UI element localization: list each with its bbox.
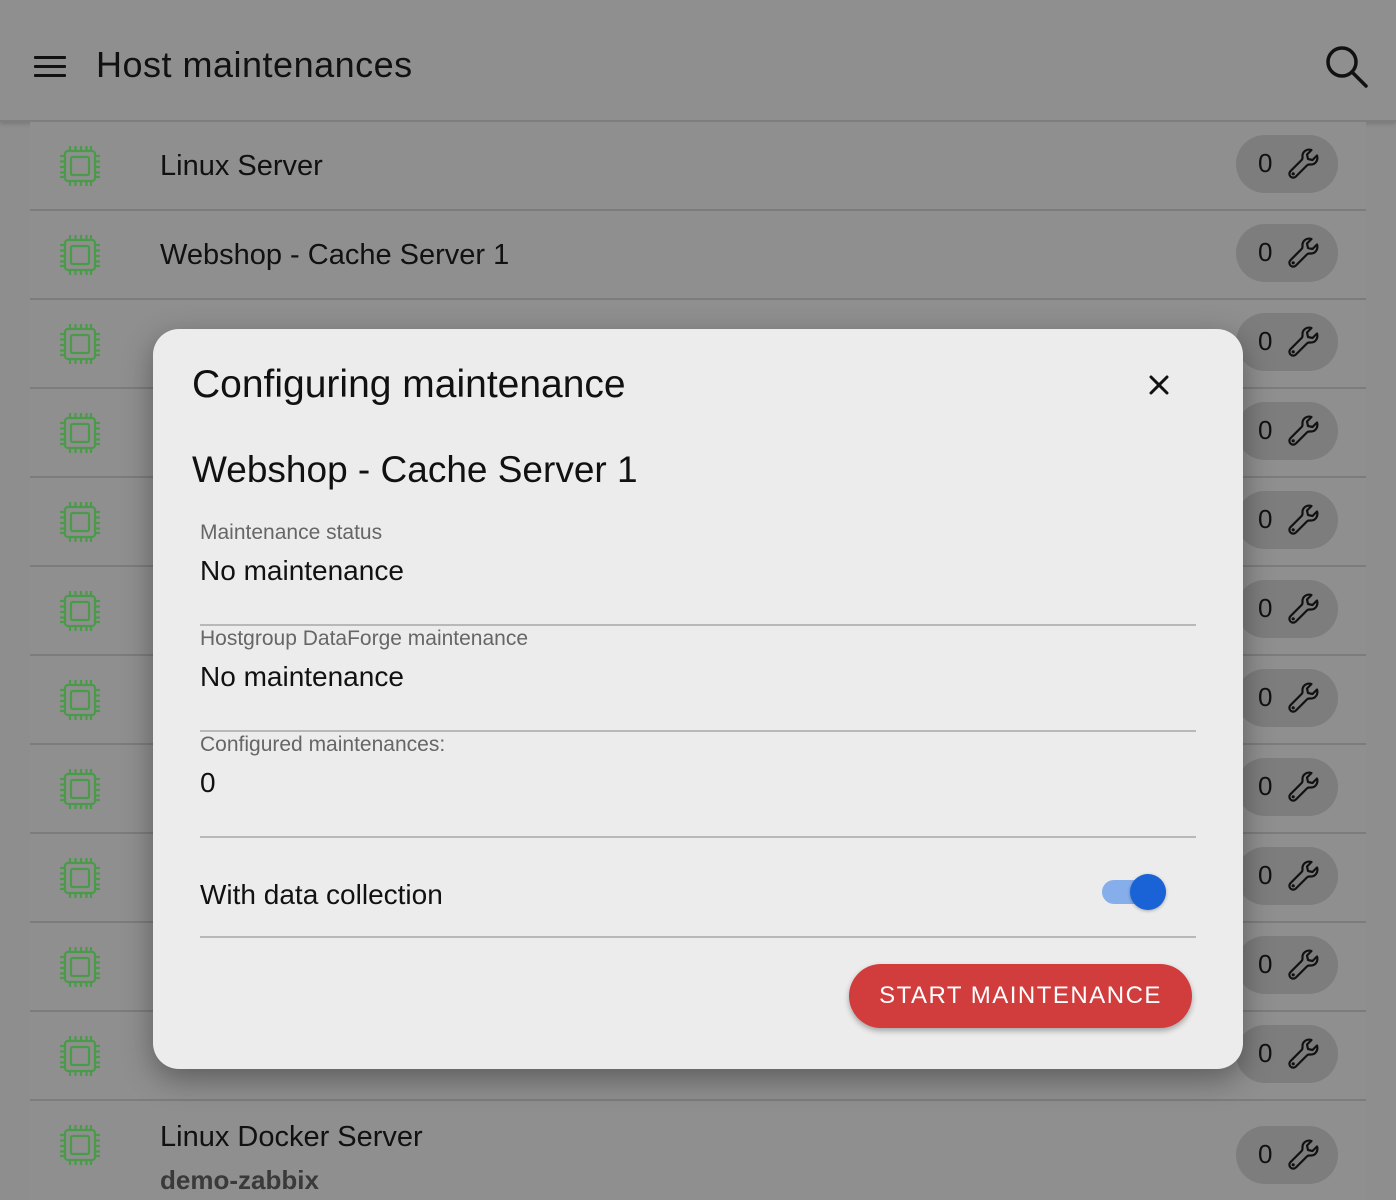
list-item[interactable]: Linux Docker Server demo-zabbix 0 — [30, 1101, 1366, 1200]
chip-icon — [60, 947, 100, 987]
configured-maintenances-field: Configured maintenances: 0 — [200, 733, 1196, 838]
data-collection-row: With data collection — [200, 829, 1196, 938]
maintenance-count: 0 — [1258, 237, 1273, 267]
field-value: 0 — [200, 767, 216, 798]
maintenance-count: 0 — [1258, 860, 1273, 890]
data-collection-toggle[interactable] — [1100, 872, 1168, 912]
maintenance-button[interactable]: 0 — [1236, 491, 1338, 549]
maintenance-count: 0 — [1258, 148, 1273, 178]
start-maintenance-button[interactable]: START MAINTENANCE — [849, 964, 1192, 1028]
hostgroup-maintenance-field: Hostgroup DataForge maintenance No maint… — [200, 627, 1196, 732]
wrench-icon — [1288, 504, 1319, 535]
close-icon[interactable] — [1143, 369, 1175, 401]
chip-icon — [60, 413, 100, 453]
maintenance-count: 0 — [1258, 415, 1273, 445]
chip-icon — [60, 858, 100, 898]
wrench-icon — [1288, 1139, 1319, 1170]
maintenance-count: 0 — [1258, 1038, 1273, 1068]
field-label: Configured maintenances: — [200, 733, 446, 756]
dialog-host-name: Webshop - Cache Server 1 — [192, 449, 638, 490]
maintenance-button[interactable]: 0 — [1236, 936, 1338, 994]
maintenance-dialog: Configuring maintenance Webshop - Cache … — [153, 329, 1243, 1069]
chip-icon — [60, 1036, 100, 1076]
list-item[interactable]: Webshop - Cache Server 1 0 — [30, 211, 1366, 300]
page-title: Host maintenances — [96, 44, 413, 85]
host-group: demo-zabbix — [160, 1165, 319, 1195]
chip-icon — [60, 324, 100, 364]
wrench-icon — [1288, 949, 1319, 980]
chip-icon — [60, 502, 100, 542]
search-icon[interactable] — [1322, 42, 1370, 90]
maintenance-status-field: Maintenance status No maintenance — [200, 521, 1196, 626]
maintenance-count: 0 — [1258, 593, 1273, 623]
maintenance-button[interactable]: 0 — [1236, 847, 1338, 905]
maintenance-count: 0 — [1258, 326, 1273, 356]
wrench-icon — [1288, 237, 1319, 268]
field-label: Maintenance status — [200, 521, 383, 544]
wrench-icon — [1288, 682, 1319, 713]
maintenance-count: 0 — [1258, 682, 1273, 712]
wrench-icon — [1288, 771, 1319, 802]
maintenance-count: 0 — [1258, 1139, 1273, 1169]
chip-icon — [60, 591, 100, 631]
wrench-icon — [1288, 148, 1319, 179]
maintenance-count: 0 — [1258, 771, 1273, 801]
chip-icon — [60, 769, 100, 809]
maintenance-button[interactable]: 0 — [1236, 224, 1338, 282]
toggle-thumb — [1130, 874, 1166, 910]
field-label: Hostgroup DataForge maintenance — [200, 627, 529, 650]
chip-icon — [60, 146, 100, 186]
maintenance-button[interactable]: 0 — [1236, 1126, 1338, 1184]
wrench-icon — [1288, 1038, 1319, 1069]
maintenance-button[interactable]: 0 — [1236, 1025, 1338, 1083]
list-item[interactable]: Linux Server 0 — [30, 122, 1366, 211]
wrench-icon — [1288, 326, 1319, 357]
maintenance-button[interactable]: 0 — [1236, 313, 1338, 371]
host-name: Webshop - Cache Server 1 — [160, 239, 510, 271]
app-bar: Host maintenances — [0, 0, 1396, 122]
maintenance-button[interactable]: 0 — [1236, 669, 1338, 727]
chip-icon — [60, 235, 100, 275]
data-collection-label: With data collection — [200, 879, 443, 910]
chip-icon — [60, 680, 100, 720]
field-value: No maintenance — [200, 661, 404, 692]
maintenance-button[interactable]: 0 — [1236, 402, 1338, 460]
menu-icon[interactable] — [30, 46, 72, 86]
wrench-icon — [1288, 593, 1319, 624]
maintenance-button[interactable]: 0 — [1236, 135, 1338, 193]
dialog-title: Configuring maintenance — [192, 363, 626, 406]
host-name: Linux Docker Server — [160, 1121, 423, 1153]
wrench-icon — [1288, 860, 1319, 891]
host-name: Linux Server — [160, 150, 323, 182]
field-value: No maintenance — [200, 555, 404, 586]
maintenance-count: 0 — [1258, 949, 1273, 979]
wrench-icon — [1288, 415, 1319, 446]
chip-icon — [60, 1125, 100, 1165]
maintenance-button[interactable]: 0 — [1236, 758, 1338, 816]
maintenance-count: 0 — [1258, 504, 1273, 534]
maintenance-button[interactable]: 0 — [1236, 580, 1338, 638]
